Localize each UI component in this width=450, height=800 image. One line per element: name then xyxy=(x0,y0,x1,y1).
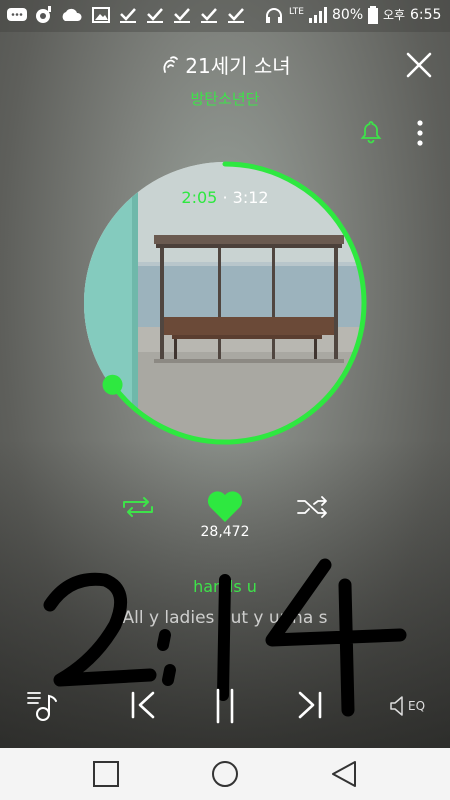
volume-eq-button[interactable]: EQ xyxy=(389,693,429,719)
message-icon xyxy=(7,8,27,21)
system-nav-bar xyxy=(0,748,450,800)
headphones-icon xyxy=(266,8,282,23)
clock: 6:55 xyxy=(410,7,442,23)
lyric-next-line[interactable]: All y ladies put y ur ha s xyxy=(0,608,450,628)
hand-icon xyxy=(163,56,179,73)
check-icon xyxy=(174,8,190,23)
like-count: 28,472 xyxy=(200,524,250,540)
eq-label: EQ xyxy=(408,699,426,713)
check-icon xyxy=(228,8,244,23)
back-icon[interactable] xyxy=(327,758,361,790)
bell-icon[interactable] xyxy=(358,119,384,145)
total-time: 3:12 xyxy=(232,188,269,207)
volume-eq-icon xyxy=(390,696,403,716)
recent-apps-icon[interactable] xyxy=(89,758,123,790)
song-title-text: 21세기 소녀 xyxy=(185,54,291,78)
ampm-label: 오후 xyxy=(383,8,406,22)
heart-icon[interactable] xyxy=(206,490,244,524)
time-readout: 2:05 · 3:12 xyxy=(0,188,450,207)
battery-percent: 80% xyxy=(332,7,364,23)
repeat-icon[interactable] xyxy=(120,495,156,519)
signal-icon xyxy=(309,7,327,23)
network-type: LTE xyxy=(289,7,304,17)
music-notification-icon xyxy=(36,6,51,23)
check-icon xyxy=(201,8,217,23)
battery-icon xyxy=(368,6,378,24)
song-title: 21세기 소녀 xyxy=(0,50,450,79)
check-icon xyxy=(120,8,136,23)
previous-icon[interactable] xyxy=(129,690,157,720)
progress-knob[interactable] xyxy=(102,374,123,395)
next-icon[interactable] xyxy=(296,690,324,720)
cloud-icon xyxy=(62,8,82,21)
artist-name[interactable]: 방탄소년단 xyxy=(0,88,450,109)
current-time: 2:05 xyxy=(181,188,218,207)
pause-icon[interactable] xyxy=(213,688,237,724)
playlist-icon[interactable] xyxy=(26,688,62,722)
close-icon[interactable] xyxy=(404,50,434,80)
status-bar: LTE 80% 오후 6:55 xyxy=(0,0,450,32)
time-separator: · xyxy=(222,188,228,207)
shuffle-icon[interactable] xyxy=(296,496,330,518)
more-vertical-icon[interactable] xyxy=(410,118,430,148)
image-icon xyxy=(92,7,110,23)
lyric-current-line[interactable]: hands u xyxy=(0,577,450,596)
check-icon xyxy=(147,8,163,23)
home-icon[interactable] xyxy=(208,758,242,790)
